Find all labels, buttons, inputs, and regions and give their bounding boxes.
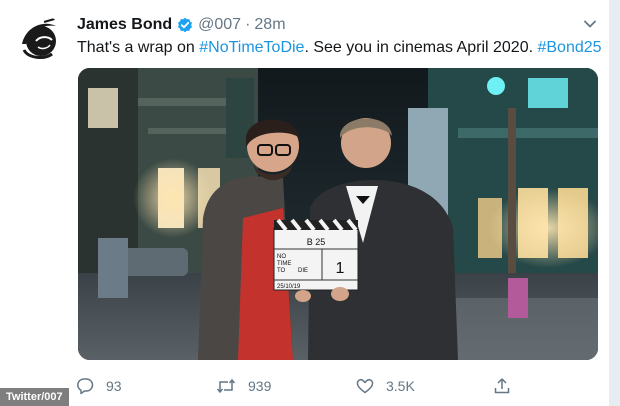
hashtag-bond25[interactable]: #Bond25 [537,39,601,56]
verified-icon [177,17,193,33]
chevron-down-icon[interactable] [580,14,600,34]
slate-title-3: TO [277,268,286,274]
retweet-button[interactable]: 939 [216,374,271,398]
film-set-photo: B 25 NO TIME TO DIE 1 25/10/19 [78,68,598,360]
retweet-icon [216,378,236,394]
gun-barrel-logo [15,15,63,63]
reply-icon [77,378,94,395]
avatar[interactable] [14,14,64,64]
like-icon [356,378,374,394]
author-handle[interactable]: @007 [198,16,241,34]
reply-button[interactable]: 93 [76,374,122,398]
separator-dot: · [245,16,251,33]
tweet-timestamp[interactable]: 28m [254,16,285,34]
like-button[interactable]: 3.5K [356,374,415,398]
tweet-text-middle: . See you in cinemas April 2020. [304,39,538,56]
author-name[interactable]: James Bond [77,16,172,34]
hashtag-notimetodie[interactable]: #NoTimeToDie [199,39,304,56]
slate-date: 25/10/19 [277,284,301,290]
slate-title-4: DIE [298,268,308,274]
tweet-header: James Bond @007 · 28m [77,15,286,35]
slate-title-1: NO [277,254,286,260]
image-credit: Twitter/007 [0,388,69,406]
slate-title-2: TIME [277,261,291,267]
reply-count: 93 [106,378,122,394]
tweet-card: James Bond @007 · 28m That's a wrap on #… [0,0,609,406]
share-icon [494,378,510,394]
tweet-text-prefix: That's a wrap on [77,39,200,56]
retweet-count: 939 [248,378,272,394]
tweet-photo[interactable]: B 25 NO TIME TO DIE 1 25/10/19 [78,68,598,360]
share-button[interactable] [493,374,523,398]
tweet-text: That's a wrap on #NoTimeToDie. See you i… [77,38,602,58]
slate-production: B 25 [307,237,326,247]
slate-take: 1 [336,260,345,277]
like-count: 3.5K [386,378,415,394]
tweet-actions: 93 939 3.5K [76,374,536,398]
